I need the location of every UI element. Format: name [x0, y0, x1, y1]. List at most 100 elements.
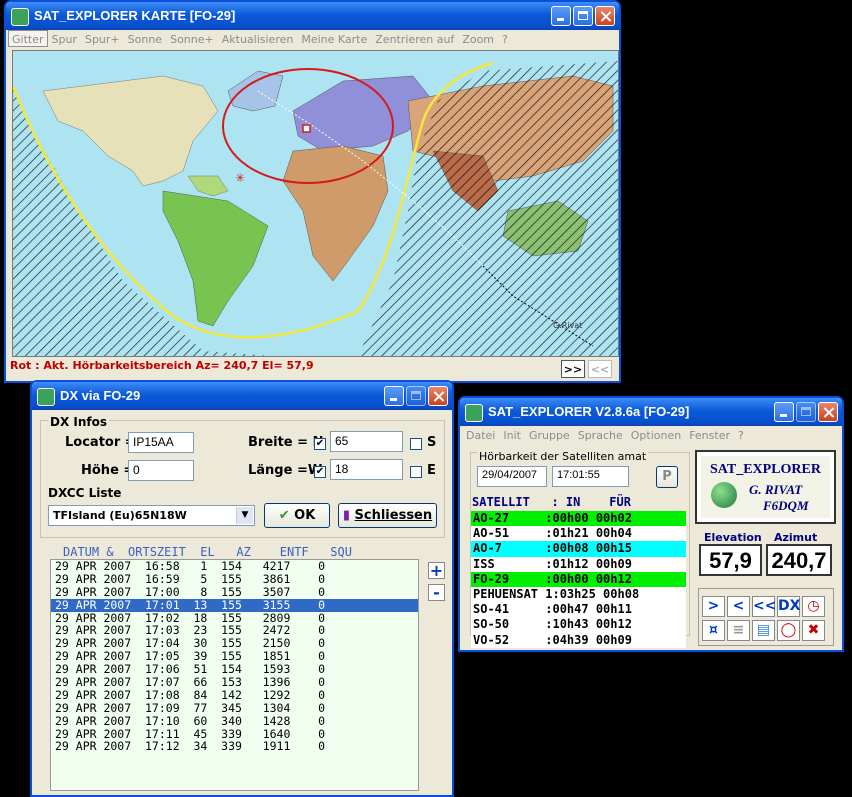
dx-list-row[interactable]: 29 APR 2007 17:10 60 340 1428 0	[51, 714, 418, 728]
satellite-row[interactable]: PEHUENSAT 1:03h25 00h08	[471, 586, 686, 603]
printer-icon[interactable]: ▤	[752, 620, 775, 641]
sat-menubar: Datei Init Gruppe Sprache Optionen Fenster?	[462, 426, 840, 446]
world-map[interactable]: ✳ G.Rivat	[12, 50, 619, 357]
menu-zentrieren-auf[interactable]: Zentrieren auf	[371, 30, 458, 46]
dx-list-row[interactable]: 29 APR 2007 17:12 34 339 1911 0	[51, 740, 418, 753]
menu-sprache[interactable]: Sprache	[574, 426, 627, 442]
breite-s-label: S	[427, 435, 437, 450]
date-field[interactable]: 29/04/2007	[477, 466, 547, 487]
clock-icon[interactable]: ◷	[802, 596, 825, 617]
minimize-button[interactable]	[551, 6, 571, 26]
satellite-row[interactable]: FO-29 :00h00 00h12	[471, 571, 686, 587]
laenge-input[interactable]: 18	[330, 459, 403, 480]
schliessen-button[interactable]: ▮ Schliessen	[338, 503, 437, 528]
close-button[interactable]	[818, 402, 838, 422]
map-credit: G.Rivat	[553, 321, 582, 330]
dx-list-row[interactable]: 29 APR 2007 17:01 13 155 3155 0	[51, 598, 418, 612]
app-globe-icon	[37, 388, 55, 406]
maximize-button[interactable]	[573, 6, 593, 26]
dx-list-row[interactable]: 29 APR 2007 16:58 1 154 4217 0	[51, 560, 418, 573]
checkmark-icon: ✔	[278, 508, 290, 523]
menu-spur-plus[interactable]: Spur+	[81, 30, 124, 46]
dx-list-row[interactable]: 29 APR 2007 16:59 5 155 3861 0	[51, 572, 418, 586]
satellite-row[interactable]: AO-27 :00h00 00h02	[471, 511, 686, 527]
dx-window: DX via FO-29 DX Infos Locator = IP15AA H…	[30, 380, 454, 797]
remove-button[interactable]: -	[428, 584, 445, 601]
menu-gruppe[interactable]: Gruppe	[525, 426, 574, 442]
menu-help[interactable]: ?	[734, 426, 748, 442]
dx-list-row[interactable]: 29 APR 2007 17:09 77 345 1304 0	[51, 701, 418, 715]
prev-button[interactable]: <	[727, 596, 750, 617]
dx-list-row[interactable]: 29 APR 2007 17:07 66 153 1396 0	[51, 676, 418, 689]
dx-window-titlebar[interactable]: DX via FO-29	[32, 382, 452, 410]
dx-list-header: DATUM & ORTSZEIT EL AZ ENTF SQU	[63, 545, 352, 559]
satellite-row[interactable]: VO-52 :04h39 00h09	[471, 632, 686, 648]
menu-init[interactable]: Init	[499, 426, 525, 442]
laenge-e-checkbox[interactable]	[410, 466, 422, 478]
hoehe-input[interactable]: 0	[128, 460, 194, 481]
sat-window-titlebar[interactable]: SAT_EXPLORER V2.8.6a [FO-29]	[460, 398, 842, 426]
menu-optionen[interactable]: Optionen	[627, 426, 685, 442]
menu-zoom[interactable]: Zoom	[458, 30, 498, 46]
satellite-position-marker	[302, 124, 311, 133]
menu-gitter[interactable]: Gitter	[8, 30, 48, 47]
app-globe-icon	[465, 404, 483, 422]
chevron-down-icon[interactable]: ▼	[236, 507, 253, 524]
fast-back-button[interactable]: <<	[752, 596, 776, 617]
menu-fenster[interactable]: Fenster	[685, 426, 734, 442]
satellite-row[interactable]: SO-41 :00h47 00h11	[471, 602, 686, 618]
app-logo-box: SAT_EXPLORER G. RIVAT F6DQM	[695, 450, 836, 524]
visibility-group-label: Hörbarkeit der Satelliten amat	[477, 450, 649, 463]
maximize-button	[796, 402, 816, 422]
map-prev-button[interactable]: <<	[588, 360, 612, 378]
menu-help[interactable]: ?	[498, 30, 512, 46]
app-globe-icon	[11, 8, 29, 26]
satellite-table[interactable]: AO-27 :00h00 00h02 AO-51 :01h21 00h04 AO-7…	[471, 511, 686, 648]
dxcc-select[interactable]: TFIsland (Eu)65N18W ▼	[48, 505, 255, 526]
time-field[interactable]: 17:01:55	[552, 466, 629, 487]
dx-window-title: DX via FO-29	[60, 388, 141, 403]
satellite-row[interactable]: AO-7 :00h08 00h15	[471, 541, 686, 557]
menu-sonne[interactable]: Sonne	[124, 30, 166, 46]
shield-icon[interactable]: ◯	[777, 620, 800, 641]
laenge-e-label: E	[427, 463, 436, 478]
map-window-titlebar[interactable]: SAT_EXPLORER KARTE [FO-29]	[6, 2, 619, 30]
breite-s-checkbox[interactable]	[410, 438, 422, 450]
elevation-label: Elevation	[704, 531, 762, 544]
dx-button[interactable]: DX	[777, 596, 800, 617]
logo-callsign: F6DQM	[763, 498, 809, 513]
satellite-row[interactable]: ISS :01h12 00h09	[471, 556, 686, 572]
map-next-button[interactable]: >>	[561, 360, 585, 378]
close-button[interactable]	[428, 386, 448, 406]
locator-input[interactable]: IP15AA	[128, 432, 194, 453]
breite-label: Breite = N	[248, 435, 324, 450]
laenge-w-checkbox[interactable]: ✔	[314, 466, 326, 478]
add-button[interactable]: +	[428, 562, 445, 579]
chart-icon[interactable]: ≡	[727, 620, 750, 641]
breite-n-checkbox[interactable]: ✔	[314, 438, 326, 450]
settings-icon[interactable]: ¤	[702, 620, 725, 641]
menu-datei[interactable]: Datei	[462, 426, 499, 442]
satellite-row[interactable]: AO-51 :01h21 00h04	[471, 526, 686, 542]
breite-input[interactable]: 65	[330, 431, 403, 452]
dx-pass-list[interactable]: 29 APR 2007 16:58 1 154 4217 0 29 APR 200…	[50, 559, 419, 791]
map-window: SAT_EXPLORER KARTE [FO-29] Gitter Spur Spu…	[4, 0, 621, 383]
door-icon: ▮	[342, 508, 350, 523]
menu-aktualisieren[interactable]: Aktualisieren	[218, 30, 298, 46]
minimize-button[interactable]	[774, 402, 794, 422]
menu-meine-karte[interactable]: Meine Karte	[297, 30, 371, 46]
satellite-row[interactable]: SO-50 :10h43 00h12	[471, 617, 686, 633]
menu-spur[interactable]: Spur	[48, 30, 81, 46]
close-button[interactable]	[595, 6, 615, 26]
maximize-button	[406, 386, 426, 406]
minimize-button[interactable]	[384, 386, 404, 406]
dx-list-row[interactable]: 29 APR 2007 17:00 8 155 3507 0	[51, 585, 418, 599]
exit-icon[interactable]: ✖	[802, 620, 825, 641]
ok-button[interactable]: ✔ OK	[264, 503, 330, 528]
map-menubar: Gitter Spur Spur+ Sonne Sonne+ Aktualisieren M…	[8, 30, 617, 50]
p-button[interactable]: P	[656, 466, 678, 488]
menu-sonne-plus[interactable]: Sonne+	[166, 30, 218, 46]
dx-list-row[interactable]: 29 APR 2007 17:08 84 142 1292 0	[51, 689, 418, 702]
next-button[interactable]: >	[702, 596, 725, 617]
logo-title: SAT_EXPLORER	[710, 462, 821, 477]
